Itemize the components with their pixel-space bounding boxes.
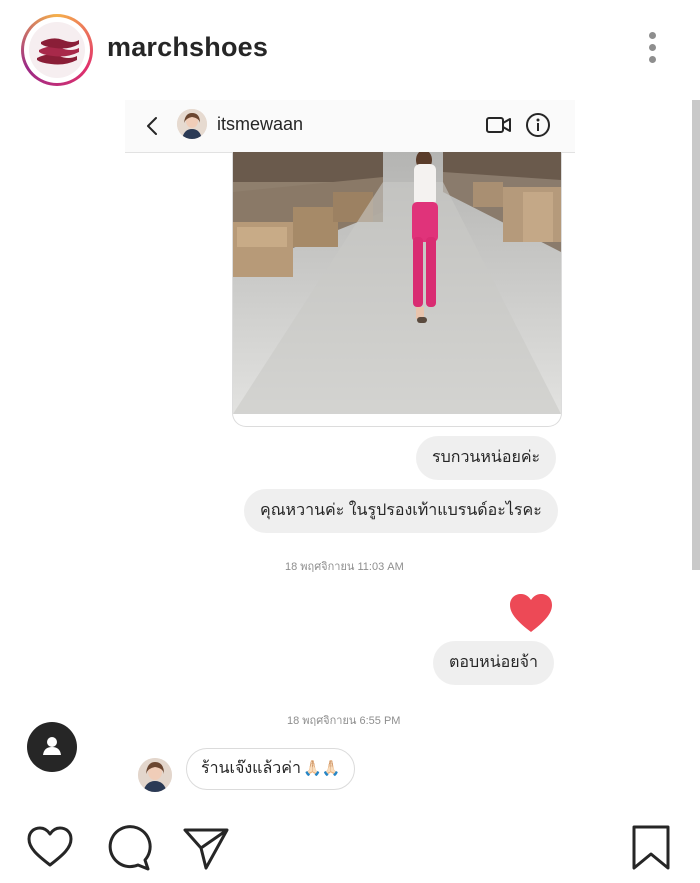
video-call-icon xyxy=(485,113,513,137)
share-icon[interactable] xyxy=(182,824,230,872)
post-header: marchshoes xyxy=(0,0,700,100)
shoes-logo-icon xyxy=(29,22,85,78)
profile-avatar[interactable] xyxy=(21,14,93,86)
message-bubble: คุณหวานค่ะ ในรูปรองเท้าแบรนด์อะไรคะ xyxy=(244,489,558,533)
chevron-left-icon xyxy=(141,114,165,138)
shared-photo xyxy=(232,152,562,427)
more-vertical-icon[interactable] xyxy=(644,32,660,70)
comment-icon[interactable] xyxy=(105,824,153,872)
pray-emoji-icon: 🙏🏻🙏🏻 xyxy=(302,760,341,777)
dm-username: itsmewaan xyxy=(217,114,304,134)
post-username[interactable]: marchshoes xyxy=(107,32,268,63)
timestamp: 18 พฤศจิกายน 11:03 AM xyxy=(285,561,404,573)
incoming-avatar xyxy=(138,758,172,792)
like-icon[interactable] xyxy=(26,824,74,872)
heart-icon xyxy=(508,592,554,634)
dm-header: itsmewaan xyxy=(125,100,575,153)
post-action-bar xyxy=(0,808,700,883)
message-bubble: ตอบหน่อยจ้า xyxy=(433,641,554,685)
message-bubble: รบกวนหน่อยค่ะ xyxy=(416,436,557,480)
scrollbar xyxy=(692,100,700,570)
info-icon xyxy=(524,111,552,139)
dm-avatar xyxy=(177,109,207,139)
tagged-user-icon[interactable] xyxy=(27,722,77,772)
incoming-message-text: ร้านเจ๊งแล้วค่า xyxy=(201,760,301,777)
save-icon[interactable] xyxy=(628,824,676,872)
timestamp: 18 พฤศจิกายน 6:55 PM xyxy=(287,715,401,727)
incoming-message-bubble: ร้านเจ๊งแล้วค่า 🙏🏻🙏🏻 xyxy=(186,748,356,790)
